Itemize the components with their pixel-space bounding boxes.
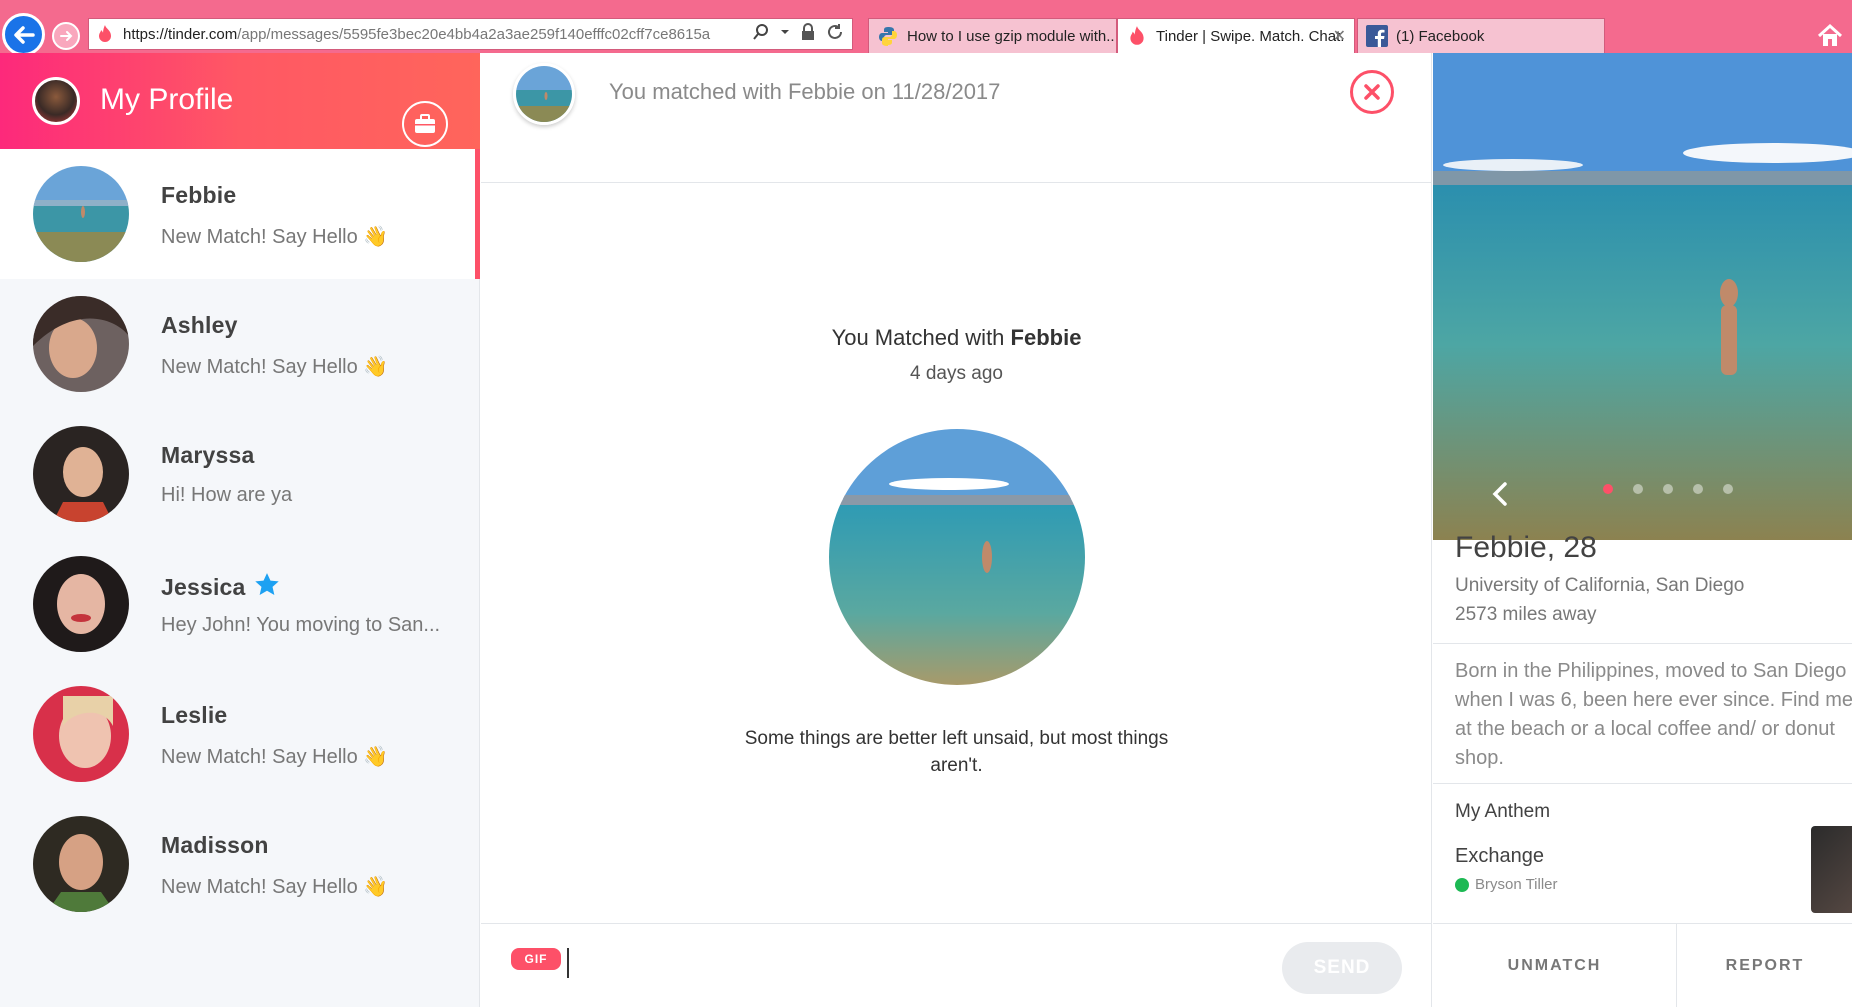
divider <box>1433 783 1852 784</box>
super-like-star-icon <box>254 573 279 595</box>
close-button[interactable] <box>1350 70 1394 114</box>
match-name: Ashley <box>161 312 238 338</box>
match-last-message: New Match! Say Hello 👋 <box>161 746 389 768</box>
list-item[interactable]: Madisson New Match! Say Hello 👋 <box>0 799 480 929</box>
avatar <box>33 166 129 262</box>
message-composer: GIF SEND <box>481 923 1432 1007</box>
avatar <box>33 426 129 522</box>
list-item[interactable]: Febbie New Match! Say Hello 👋 <box>0 149 480 279</box>
divider <box>1433 643 1852 644</box>
match-name: Leslie <box>161 702 228 728</box>
report-button[interactable]: REPORT <box>1678 924 1852 1007</box>
photo-dot[interactable] <box>1723 484 1733 494</box>
back-arrow-icon <box>13 25 35 44</box>
match-name: Febbie <box>161 182 237 208</box>
match-bio: Some things are better left unsaid, but … <box>744 728 1169 776</box>
photo-dot[interactable] <box>1603 484 1613 494</box>
conversation-panel: You matched with Febbie on 11/28/2017 Yo… <box>481 53 1432 1007</box>
tab-gzip[interactable]: How to I use gzip module with... <box>868 18 1117 53</box>
profile-name-age: Febbie, 28 <box>1455 531 1597 564</box>
wave-icon: 👋 <box>363 746 389 768</box>
tab-label: (1) Facebook <box>1396 27 1485 45</box>
gif-button[interactable]: GIF <box>511 948 561 970</box>
python-icon <box>879 27 897 46</box>
forward-arrow-icon <box>60 31 73 41</box>
browser-chrome: https://tinder.com/app/messages/5595fe3b… <box>0 0 1852 56</box>
unmatch-button[interactable]: UNMATCH <box>1433 924 1677 1007</box>
conversation-header: You matched with Febbie on 11/28/2017 <box>481 53 1432 183</box>
address-bar[interactable]: https://tinder.com/app/messages/5595fe3b… <box>88 18 853 50</box>
wave-icon: 👋 <box>363 226 389 248</box>
home-icon[interactable] <box>1816 22 1844 50</box>
close-icon <box>1364 84 1380 100</box>
album-art[interactable] <box>1811 826 1852 913</box>
matches-sidebar: My Profile Febbie New Match! Say Hello 👋… <box>0 53 480 1007</box>
message-input[interactable] <box>567 948 1167 978</box>
match-list: Febbie New Match! Say Hello 👋 Ashley New… <box>0 149 480 929</box>
tab-tinder[interactable]: Tinder | Swipe. Match. Chat. ✕ <box>1117 18 1355 53</box>
avatar[interactable] <box>513 63 575 125</box>
photo-dot[interactable] <box>1693 484 1703 494</box>
match-name: Madisson <box>161 832 269 858</box>
tinder-flame-icon <box>99 25 111 42</box>
search-icon[interactable] <box>752 23 770 41</box>
anthem-artist: Bryson Tiller <box>1455 876 1558 893</box>
tinder-flame-icon <box>1130 26 1144 45</box>
list-item[interactable]: Maryssa Hi! How are ya <box>0 409 480 539</box>
profile-distance: 2573 miles away <box>1455 604 1597 625</box>
match-name: Maryssa <box>161 442 255 468</box>
avatar[interactable] <box>32 77 80 125</box>
close-tab-icon[interactable]: ✕ <box>1333 26 1346 46</box>
profile-panel: Febbie, 28 University of California, San… <box>1433 53 1852 1007</box>
page-title[interactable]: My Profile <box>100 83 233 117</box>
lock-icon <box>802 23 814 40</box>
dropdown-arrow-icon[interactable] <box>780 27 790 37</box>
back-button[interactable] <box>2 13 45 56</box>
match-name: Jessica <box>161 572 280 601</box>
tab-facebook[interactable]: (1) Facebook <box>1357 18 1605 53</box>
chevron-left-icon[interactable] <box>1491 481 1509 507</box>
photo-dot[interactable] <box>1663 484 1673 494</box>
match-last-message: New Match! Say Hello 👋 <box>161 876 389 898</box>
tab-label: Tinder | Swipe. Match. Chat. <box>1156 27 1345 45</box>
avatar <box>33 556 129 652</box>
photo-pagination <box>1603 484 1733 494</box>
my-profile-header[interactable]: My Profile <box>0 53 480 149</box>
photo-dot[interactable] <box>1633 484 1643 494</box>
refresh-icon[interactable] <box>826 23 844 41</box>
briefcase-icon <box>415 114 435 133</box>
match-photo[interactable] <box>829 429 1085 685</box>
match-last-message: Hi! How are ya <box>161 484 293 506</box>
list-item[interactable]: Leslie New Match! Say Hello 👋 <box>0 669 480 799</box>
forward-button[interactable] <box>52 22 80 50</box>
wave-icon: 👋 <box>363 356 389 378</box>
profile-school: University of California, San Diego <box>1455 575 1745 596</box>
facebook-icon <box>1366 25 1388 47</box>
match-last-message: New Match! Say Hello 👋 <box>161 226 389 248</box>
anthem-song[interactable]: Exchange <box>1455 845 1544 868</box>
avatar <box>33 686 129 782</box>
briefcase-button[interactable] <box>402 101 448 147</box>
match-title: You Matched with Febbie <box>831 325 1082 350</box>
match-last-message: New Match! Say Hello 👋 <box>161 356 389 378</box>
match-last-message: Hey John! You moving to San... <box>161 614 441 636</box>
profile-bio: Born in the Philippines, moved to San Di… <box>1455 660 1852 769</box>
match-time: 4 days ago <box>910 363 1003 384</box>
send-button[interactable]: SEND <box>1282 942 1402 994</box>
list-item[interactable]: Ashley New Match! Say Hello 👋 <box>0 279 480 409</box>
avatar <box>33 296 129 392</box>
tab-label: How to I use gzip module with... <box>907 27 1117 45</box>
url-path: /app/messages/5595fe3bec20e4bb4a2a3ae259… <box>237 25 711 43</box>
wave-icon: 👋 <box>363 876 389 898</box>
matched-date-banner: You matched with Febbie on 11/28/2017 <box>609 79 1001 104</box>
url-host: https://tinder.com <box>123 25 238 43</box>
spotify-icon <box>1455 877 1469 892</box>
avatar <box>33 816 129 912</box>
profile-photo[interactable] <box>1433 53 1852 540</box>
anthem-label: My Anthem <box>1455 801 1551 822</box>
list-item[interactable]: Jessica Hey John! You moving to San... <box>0 539 480 669</box>
profile-actions: UNMATCH REPORT <box>1433 923 1852 1007</box>
